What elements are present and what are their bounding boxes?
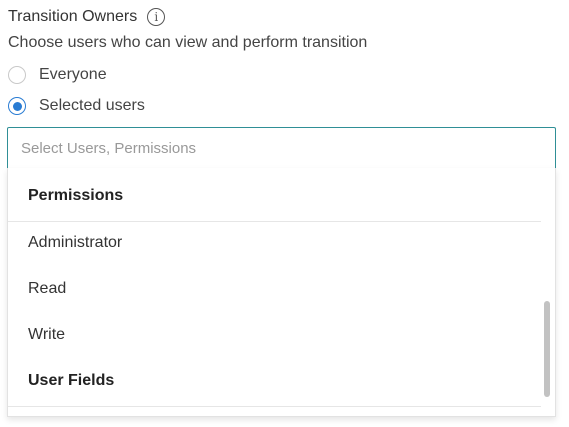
section-title: Transition Owners [8,8,138,25]
users-permissions-input[interactable] [21,139,555,157]
group-header-user-fields: User Fields [28,372,115,389]
select-dropdown-menu[interactable]: Permissions Administrator Read Write Use… [7,168,556,417]
radio-selected-users[interactable]: Selected users [8,95,145,117]
option-read[interactable]: Read [28,280,66,298]
radio-dot [12,101,22,111]
title-row: Transition Owners i [8,6,166,28]
radio-label-everyone: Everyone [39,66,107,83]
option-write[interactable]: Write [28,326,65,344]
section-subtitle: Choose users who can view and perform tr… [8,34,368,51]
option-administrator[interactable]: Administrator [28,234,122,252]
radio-label-selected-users: Selected users [39,97,145,114]
radio-button-checked[interactable] [8,97,26,115]
group-divider [8,406,541,407]
users-permissions-select[interactable] [7,127,556,168]
radio-everyone[interactable]: Everyone [8,64,107,86]
dropdown-scrollbar[interactable] [544,301,550,397]
info-icon[interactable]: i [147,8,166,26]
group-divider [8,221,541,222]
radio-button-unchecked[interactable] [8,66,26,84]
transition-owners-panel: Transition Owners i Choose users who can… [0,0,569,427]
group-header-permissions: Permissions [28,187,124,204]
